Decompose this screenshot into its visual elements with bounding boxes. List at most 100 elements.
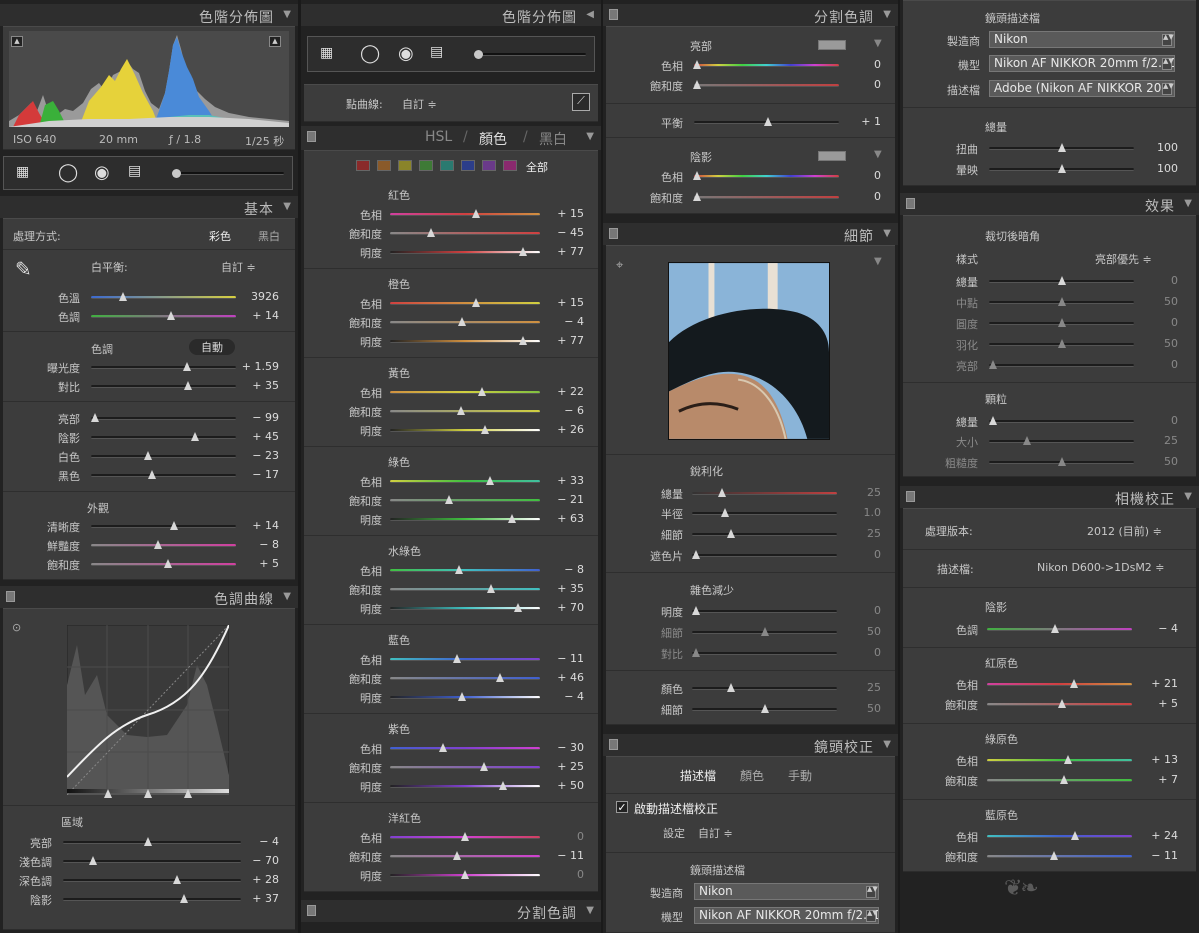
- collapse-triangle-icon[interactable]: ▼: [283, 201, 291, 212]
- color-swatch[interactable]: [503, 160, 517, 171]
- st-hl-sat-slider[interactable]: [692, 80, 839, 89]
- red-sat-slider[interactable]: [987, 699, 1132, 708]
- hsl-row-slider[interactable]: [390, 692, 540, 701]
- select-arrows-icon[interactable]: ▲▼: [1162, 34, 1174, 46]
- hsl-row-slider[interactable]: [390, 476, 540, 485]
- green-sat-slider[interactable]: [987, 775, 1132, 784]
- hsl-row-slider[interactable]: [390, 209, 540, 218]
- hsl-row-value[interactable]: − 4: [564, 315, 584, 328]
- highlights-slider[interactable]: [91, 413, 236, 422]
- tone-curve-graph[interactable]: [67, 625, 229, 795]
- shadow-color-swatch[interactable]: [818, 151, 846, 161]
- region-lights-slider[interactable]: [63, 856, 241, 865]
- pcv-feather-slider[interactable]: [989, 339, 1134, 348]
- blue-sat-slider[interactable]: [987, 851, 1132, 860]
- slider-thumb[interactable]: [477, 387, 486, 396]
- hsl-row-slider[interactable]: [390, 247, 540, 256]
- slider-thumb[interactable]: [518, 247, 527, 256]
- tab-profile[interactable]: 描述檔: [680, 767, 716, 784]
- point-curve-select[interactable]: 自訂 ≑: [402, 96, 437, 112]
- histogram-header[interactable]: 色階分佈圖 ▼: [0, 4, 298, 26]
- exposure-value[interactable]: + 1.59: [242, 360, 279, 373]
- edit-curve-icon[interactable]: ⟋: [572, 93, 590, 111]
- hsl-row-slider[interactable]: [390, 317, 540, 326]
- sharpen-amount-slider[interactable]: [692, 488, 837, 497]
- hsl-row-slider[interactable]: [390, 743, 540, 752]
- clip-highlight-indicator-icon[interactable]: ▲: [269, 36, 281, 47]
- shadows-value[interactable]: + 45: [252, 430, 279, 443]
- collapse-triangle-icon[interactable]: ▼: [283, 9, 291, 20]
- collapse-triangle-icon[interactable]: ▼: [1184, 198, 1192, 209]
- hsl-row-value[interactable]: + 70: [557, 601, 584, 614]
- panel-switch-icon[interactable]: [906, 491, 915, 502]
- hsl-row-slider[interactable]: [390, 565, 540, 574]
- temp-slider[interactable]: [91, 292, 236, 301]
- split-handle-2[interactable]: [144, 789, 152, 798]
- collapse-triangle-icon[interactable]: ▼: [874, 149, 882, 160]
- spot-removal-icon[interactable]: ◯: [58, 162, 78, 183]
- pcv-style-select[interactable]: 亮部優先 ≑: [1095, 251, 1152, 267]
- nr-cdetail-value[interactable]: 50: [867, 702, 881, 715]
- graduated-filter-icon[interactable]: ▤: [128, 163, 141, 179]
- distortion-slider[interactable]: [989, 143, 1134, 152]
- whites-value[interactable]: − 23: [252, 449, 279, 462]
- pcv-mid-slider[interactable]: [989, 297, 1134, 306]
- spot-removal-icon[interactable]: ◯: [360, 43, 380, 64]
- cal-shadows-tint-slider[interactable]: [987, 624, 1132, 633]
- lens-model-select[interactable]: Nikon AF NIKKOR 20mm f/2.8D ▲▼: [694, 907, 879, 924]
- detail-preview-image[interactable]: [668, 262, 830, 440]
- camera-calibration-header[interactable]: 相機校正 ▼: [900, 486, 1199, 508]
- treatment-color[interactable]: 彩色: [209, 228, 231, 244]
- nr-detail-slider[interactable]: [692, 627, 837, 636]
- st-sh-sat-slider[interactable]: [692, 192, 839, 201]
- nr-lum-slider[interactable]: [692, 606, 837, 615]
- nr-color-slider[interactable]: [692, 683, 837, 692]
- slider-thumb[interactable]: [452, 654, 461, 663]
- hsl-row-value[interactable]: + 77: [557, 334, 584, 347]
- basic-header[interactable]: 基本 ▼: [0, 196, 298, 218]
- hsl-row-slider[interactable]: [390, 673, 540, 682]
- crosshair-icon[interactable]: ⌖: [616, 258, 623, 273]
- region-shadows-value[interactable]: + 37: [252, 892, 279, 905]
- grain-rough-value[interactable]: 50: [1164, 455, 1178, 468]
- hsl-row-slider[interactable]: [390, 495, 540, 504]
- contrast-value[interactable]: + 35: [252, 379, 279, 392]
- eyedropper-icon[interactable]: ✎: [15, 257, 32, 281]
- blacks-value[interactable]: − 17: [252, 468, 279, 481]
- saturation-slider[interactable]: [91, 559, 236, 568]
- region-darks-value[interactable]: + 28: [252, 873, 279, 886]
- tab-color[interactable]: 顏色: [740, 767, 764, 784]
- highlight-color-swatch[interactable]: [818, 40, 846, 50]
- cal-profile-select[interactable]: Nikon D600->1DsM2 ≑: [1037, 561, 1165, 574]
- hsl-row-slider[interactable]: [390, 762, 540, 771]
- color-swatch[interactable]: [461, 160, 475, 171]
- hsl-row-slider[interactable]: [390, 781, 540, 790]
- hsl-row-value[interactable]: 0: [577, 830, 584, 843]
- slider-thumb[interactable]: [472, 298, 481, 307]
- vibrance-slider[interactable]: [91, 540, 236, 549]
- tab-manual[interactable]: 手動: [788, 767, 812, 784]
- st-hl-sat-value[interactable]: 0: [874, 78, 881, 91]
- make-select[interactable]: Nikon ▲▼: [989, 31, 1175, 48]
- lens-make-select[interactable]: Nikon ▲▼: [694, 883, 879, 900]
- panel-switch-icon[interactable]: [609, 9, 618, 20]
- hsl-row-value[interactable]: − 11: [557, 849, 584, 862]
- hsl-row-value[interactable]: − 30: [557, 741, 584, 754]
- select-arrows-icon[interactable]: ▲▼: [1162, 58, 1174, 70]
- pcv-mid-value[interactable]: 50: [1164, 295, 1178, 308]
- grain-amount-value[interactable]: 0: [1171, 414, 1178, 427]
- tint-slider[interactable]: [91, 311, 236, 320]
- tone-auto-button[interactable]: 自動: [189, 339, 235, 355]
- model-select[interactable]: Nikon AF NIKKOR 20mm f/2.8D ▲▼: [989, 55, 1175, 72]
- tab-bw[interactable]: 黑白: [539, 129, 567, 149]
- blacks-slider[interactable]: [91, 470, 236, 479]
- temp-value[interactable]: 3926: [251, 290, 279, 303]
- hsl-row-slider[interactable]: [390, 514, 540, 523]
- color-swatch[interactable]: [356, 160, 370, 171]
- tint-value[interactable]: + 14: [252, 309, 279, 322]
- process-select[interactable]: 2012 (目前) ≑: [1087, 523, 1162, 539]
- crop-overlay-icon[interactable]: ▦: [320, 45, 333, 61]
- hsl-row-slider[interactable]: [390, 603, 540, 612]
- histogram-header-2[interactable]: 色階分佈圖 ◀: [301, 4, 601, 26]
- hsl-row-slider[interactable]: [390, 336, 540, 345]
